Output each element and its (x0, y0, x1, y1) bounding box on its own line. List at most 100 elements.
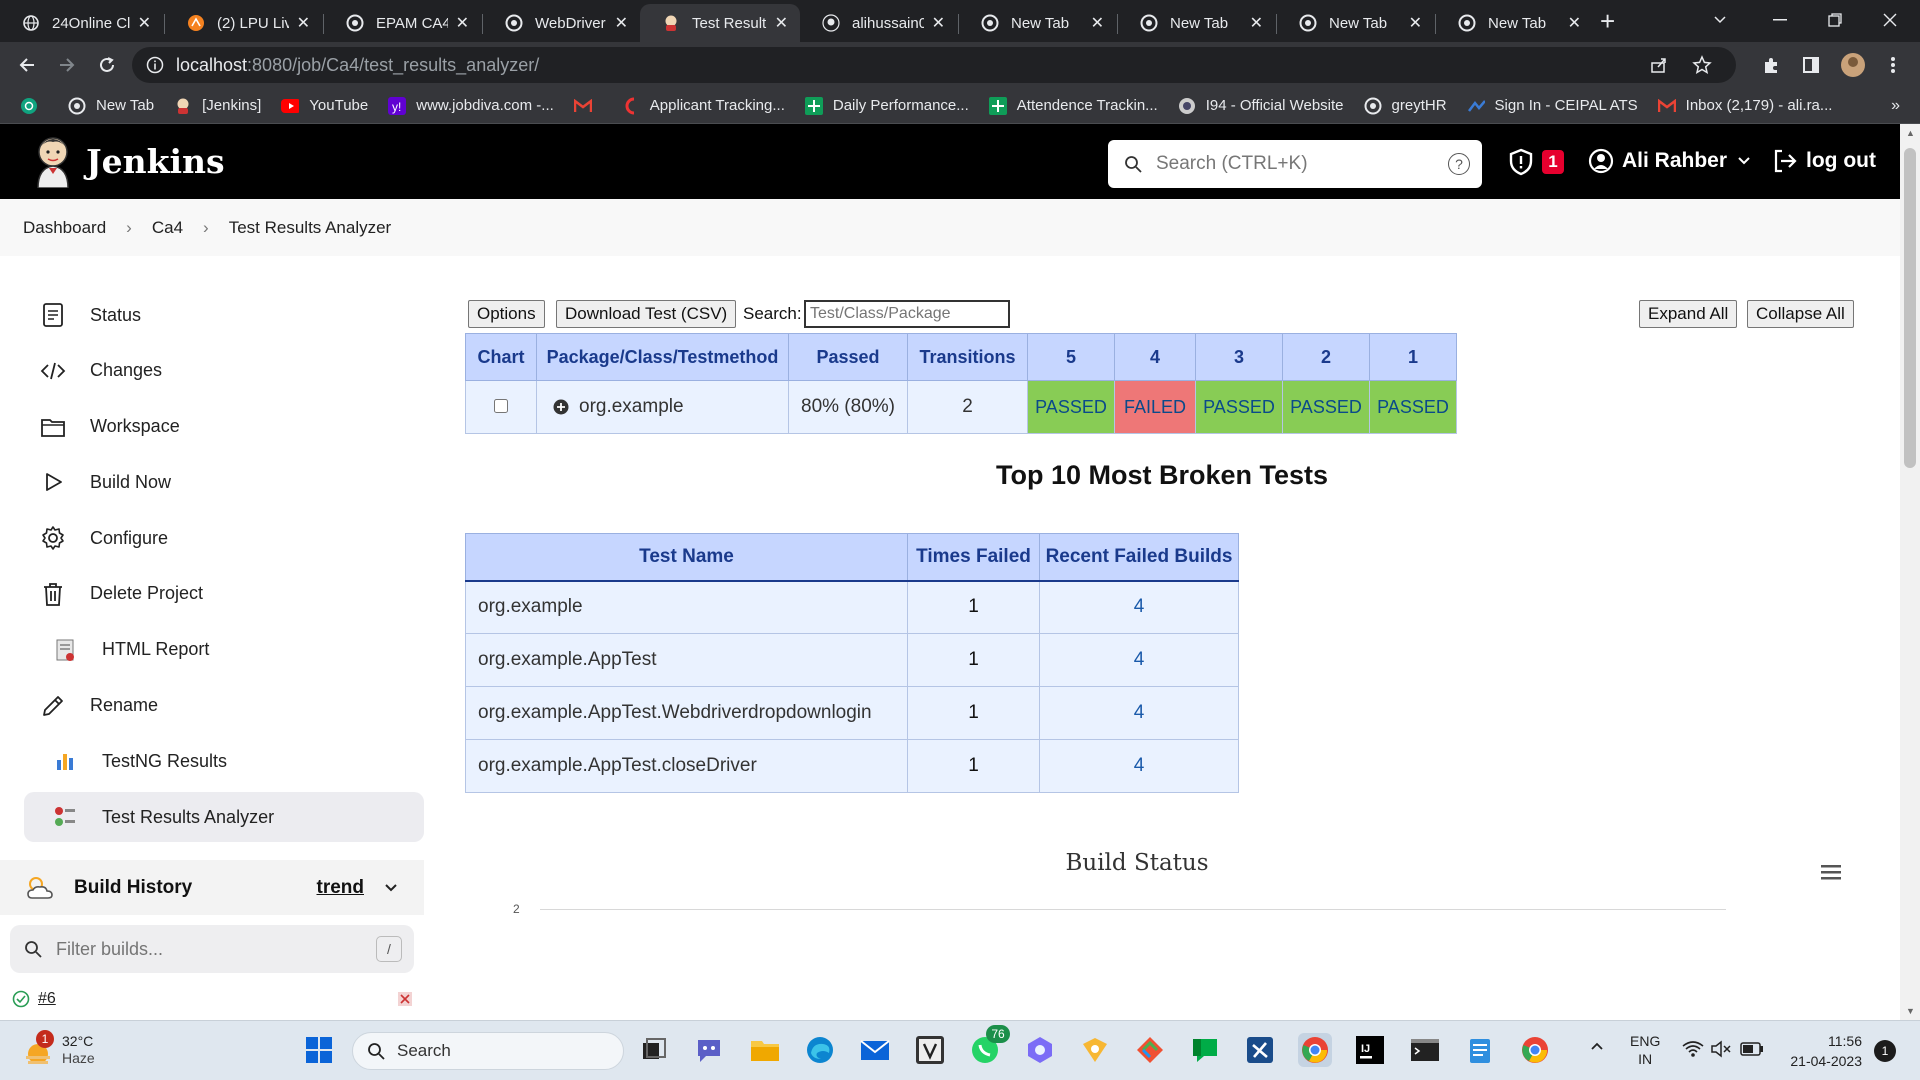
forward-button[interactable] (52, 50, 82, 80)
mail-icon[interactable] (858, 1033, 892, 1067)
browser-tab[interactable]: alihussain0/ ✕ (800, 4, 957, 42)
browser-tab[interactable]: EPAM CA4 ✕ (324, 4, 481, 42)
task-view-icon[interactable] (637, 1033, 671, 1067)
close-tab-icon[interactable]: ✕ (297, 13, 310, 33)
status-cell-build-4[interactable]: FAILED (1114, 380, 1196, 434)
breadcrumb-analyzer[interactable]: Test Results Analyzer (229, 218, 392, 238)
notification-badge[interactable]: 1 (1874, 1040, 1896, 1062)
close-tab-icon[interactable]: ✕ (775, 13, 788, 33)
extensions-icon[interactable] (1756, 50, 1786, 80)
download-csv-button[interactable]: Download Test (CSV) (556, 300, 737, 328)
site-info-icon[interactable] (146, 56, 164, 74)
sidebar-item-status[interactable]: Status (24, 290, 424, 340)
chrome-taskbar-icon[interactable] (1298, 1033, 1332, 1067)
build-link[interactable]: #6 (38, 990, 56, 1008)
sidebar-item-testng-results[interactable]: TestNG Results (24, 736, 424, 786)
sidebar-item-delete-project[interactable]: Delete Project (24, 569, 424, 619)
more-bookmarks-button[interactable]: » (1891, 97, 1900, 115)
notepad-icon[interactable] (1463, 1033, 1497, 1067)
bookmark-applicant[interactable]: Applicant Tracking... (622, 97, 785, 115)
browser-tab-active[interactable]: Test Result ✕ (640, 4, 800, 42)
status-cell-build-5[interactable]: PASSED (1027, 380, 1115, 434)
browser-tab[interactable]: New Tab ✕ (1277, 4, 1434, 42)
bookmark-daily[interactable]: Daily Performance... (804, 96, 969, 115)
close-tab-icon[interactable]: ✕ (1091, 13, 1104, 33)
restore-button[interactable] (1805, 0, 1865, 40)
taskbar-search[interactable]: Search (352, 1032, 624, 1070)
terminal-icon[interactable] (1408, 1033, 1442, 1067)
tab-search-chevron-icon[interactable] (1690, 0, 1750, 40)
scroll-down-icon[interactable]: ▼ (1906, 1006, 1915, 1016)
bookmark-gmail[interactable] (573, 97, 602, 115)
file-explorer-icon[interactable] (748, 1033, 782, 1067)
chatgpt-icon[interactable] (20, 97, 48, 115)
security-alerts[interactable]: 1 (1508, 148, 1564, 176)
collapse-all-button[interactable]: Collapse All (1747, 300, 1854, 328)
sidebar-item-configure[interactable]: Configure (24, 513, 424, 563)
close-tab-icon[interactable]: ✕ (1250, 13, 1263, 33)
status-cell-build-1[interactable]: PASSED (1369, 380, 1457, 434)
sticky-notes-icon[interactable] (1078, 1033, 1112, 1067)
sidebar-item-test-results-analyzer[interactable]: Test Results Analyzer (24, 792, 424, 843)
minimize-button[interactable] (1750, 0, 1810, 40)
browser-tab[interactable]: WebDriver ✕ (483, 4, 640, 42)
help-icon[interactable]: ? (1448, 153, 1470, 175)
chart-menu-icon[interactable] (1821, 864, 1841, 880)
bookmark-attendence[interactable]: Attendence Trackin... (988, 96, 1158, 115)
jenkins-logo[interactable]: Jenkins (32, 134, 225, 188)
bookmark-star-icon[interactable] (1692, 55, 1712, 75)
bookmark-i94[interactable]: I94 - Official Website (1178, 97, 1344, 115)
close-tab-icon[interactable]: ✕ (456, 13, 469, 33)
url-omnibox[interactable]: localhost:8080/job/Ca4/test_results_anal… (132, 47, 1736, 83)
close-tab-icon[interactable]: ✕ (932, 13, 945, 33)
bookmark-youtube[interactable]: YouTube (281, 97, 368, 115)
battery-icon[interactable] (1740, 1042, 1764, 1056)
back-button[interactable] (12, 50, 42, 80)
profile-avatar[interactable] (1838, 50, 1868, 80)
git-kraken-icon[interactable] (1133, 1033, 1167, 1067)
page-scrollbar[interactable]: ▲ ▼ (1900, 124, 1920, 1020)
scroll-up-icon[interactable]: ▲ (1906, 128, 1915, 138)
tray-chevron-up-icon[interactable] (1590, 1041, 1604, 1051)
sidebar-item-rename[interactable]: Rename (24, 681, 424, 731)
browser-tab[interactable]: (2) LPU Live ✕ (165, 4, 322, 42)
wifi-icon[interactable] (1682, 1040, 1704, 1058)
expand-all-button[interactable]: Expand All (1639, 300, 1738, 328)
bookmark-new-tab[interactable]: New Tab (68, 97, 154, 115)
browser-tab[interactable]: New Tab ✕ (1436, 4, 1593, 42)
build-row[interactable]: #6 (12, 990, 412, 1008)
failed-build-link[interactable]: 4 (1039, 686, 1239, 740)
close-tab-icon[interactable]: ✕ (1568, 13, 1581, 33)
new-tab-button[interactable]: + (1600, 8, 1615, 34)
failed-build-link[interactable]: 4 (1039, 580, 1239, 634)
browser-tab[interactable]: 24Online Cl ✕ (0, 4, 163, 42)
filter-builds-box[interactable]: / (10, 925, 414, 973)
trend-link[interactable]: trend (317, 877, 365, 899)
sidebar-item-changes[interactable]: Changes (24, 346, 424, 396)
side-panel-icon[interactable] (1796, 50, 1826, 80)
status-cell-build-3[interactable]: PASSED (1195, 380, 1283, 434)
share-icon[interactable] (1650, 56, 1668, 74)
reload-button[interactable] (92, 50, 122, 80)
test-search-input[interactable] (804, 300, 1010, 328)
failed-build-link[interactable]: 4 (1039, 633, 1239, 687)
chevron-down-icon[interactable] (384, 883, 398, 893)
chrome-menu-icon[interactable] (1878, 50, 1908, 80)
breadcrumb-dashboard[interactable]: Dashboard (23, 218, 106, 238)
search-input[interactable] (1156, 153, 1416, 175)
bookmark-inbox[interactable]: Inbox (2,179) - ali.ra... (1657, 97, 1832, 115)
bookmark-jenkins[interactable]: [Jenkins] (174, 97, 261, 115)
intellij-icon[interactable]: IJ (1353, 1033, 1387, 1067)
close-tab-icon[interactable]: ✕ (615, 13, 628, 33)
logout-link[interactable]: log out (1772, 148, 1876, 174)
close-window-button[interactable] (1860, 0, 1920, 40)
scrollbar-thumb[interactable] (1904, 148, 1916, 468)
chrome-profile-icon[interactable] (1518, 1033, 1552, 1067)
status-cell-build-2[interactable]: PASSED (1282, 380, 1370, 434)
filter-builds-input[interactable] (56, 938, 356, 960)
options-button[interactable]: Options (468, 300, 545, 328)
whatsapp-icon[interactable]: 76 (968, 1025, 1010, 1067)
teams-chat-icon[interactable] (692, 1033, 726, 1067)
breadcrumb-ca4[interactable]: Ca4 (152, 218, 183, 238)
bookmark-greythr[interactable]: greytHR (1364, 97, 1447, 115)
